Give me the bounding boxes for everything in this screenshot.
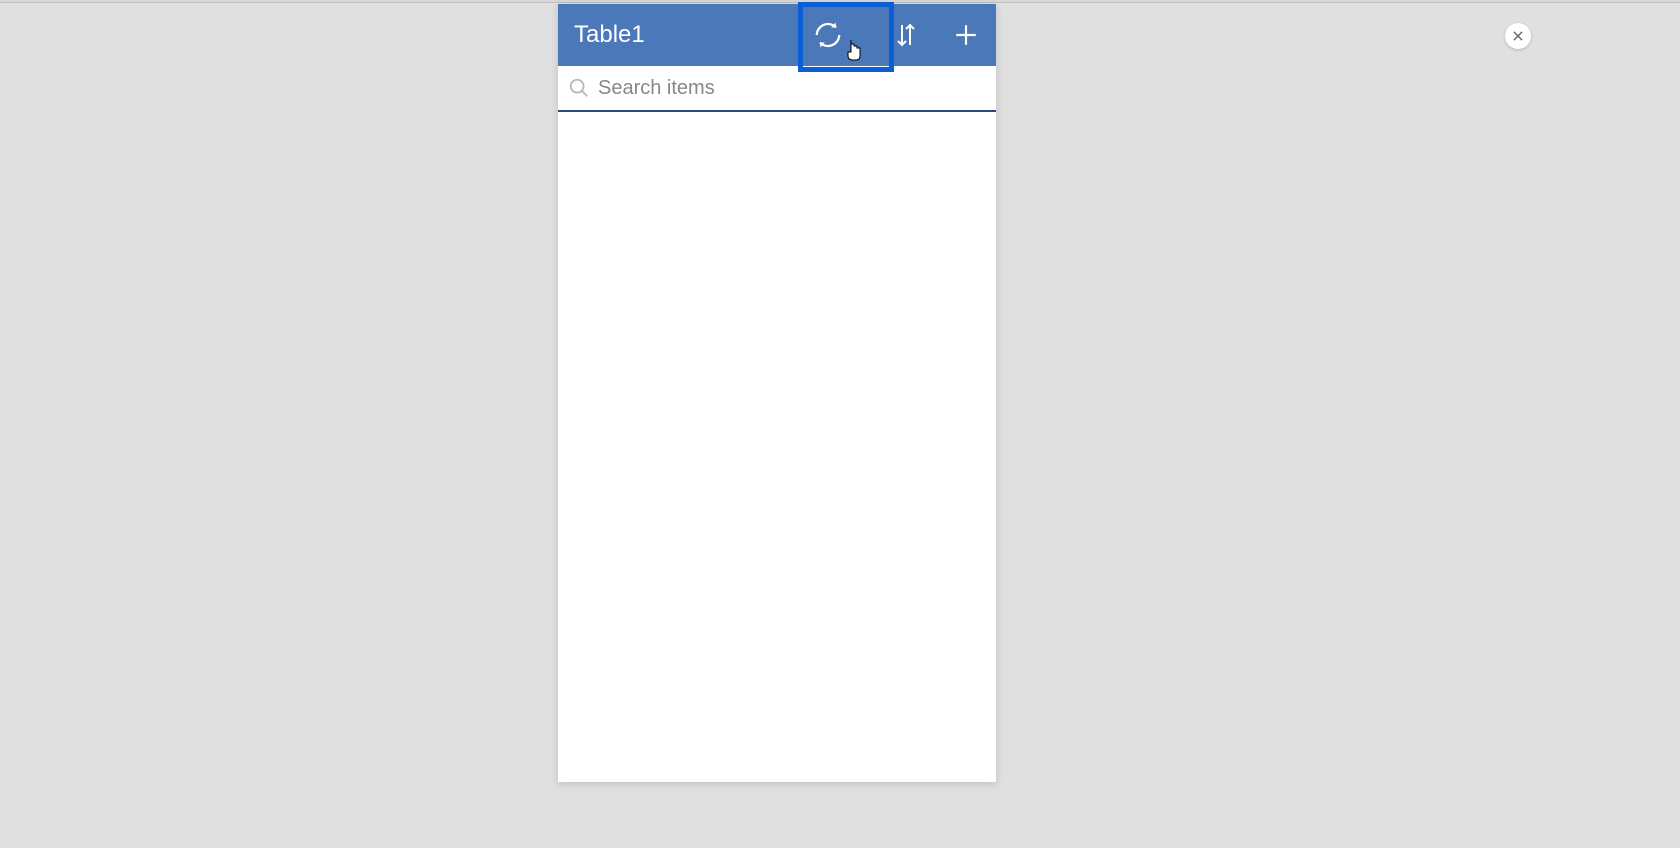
header-actions: [780, 4, 996, 66]
close-button[interactable]: [1505, 23, 1531, 49]
search-icon: [568, 77, 590, 99]
add-button[interactable]: [936, 4, 996, 66]
sort-icon: [894, 21, 918, 49]
refresh-button[interactable]: [780, 4, 876, 66]
search-bar: [558, 66, 996, 112]
panel-title: Table1: [574, 21, 780, 49]
search-input[interactable]: [598, 77, 986, 100]
plus-icon: [953, 22, 979, 48]
content-area: [558, 112, 996, 782]
panel-header: Table1: [558, 4, 996, 66]
close-icon: [1511, 29, 1525, 43]
refresh-icon: [813, 20, 843, 50]
sort-button[interactable]: [876, 4, 936, 66]
table-panel: Table1: [558, 4, 996, 782]
page-top-edge: [0, 0, 1680, 3]
